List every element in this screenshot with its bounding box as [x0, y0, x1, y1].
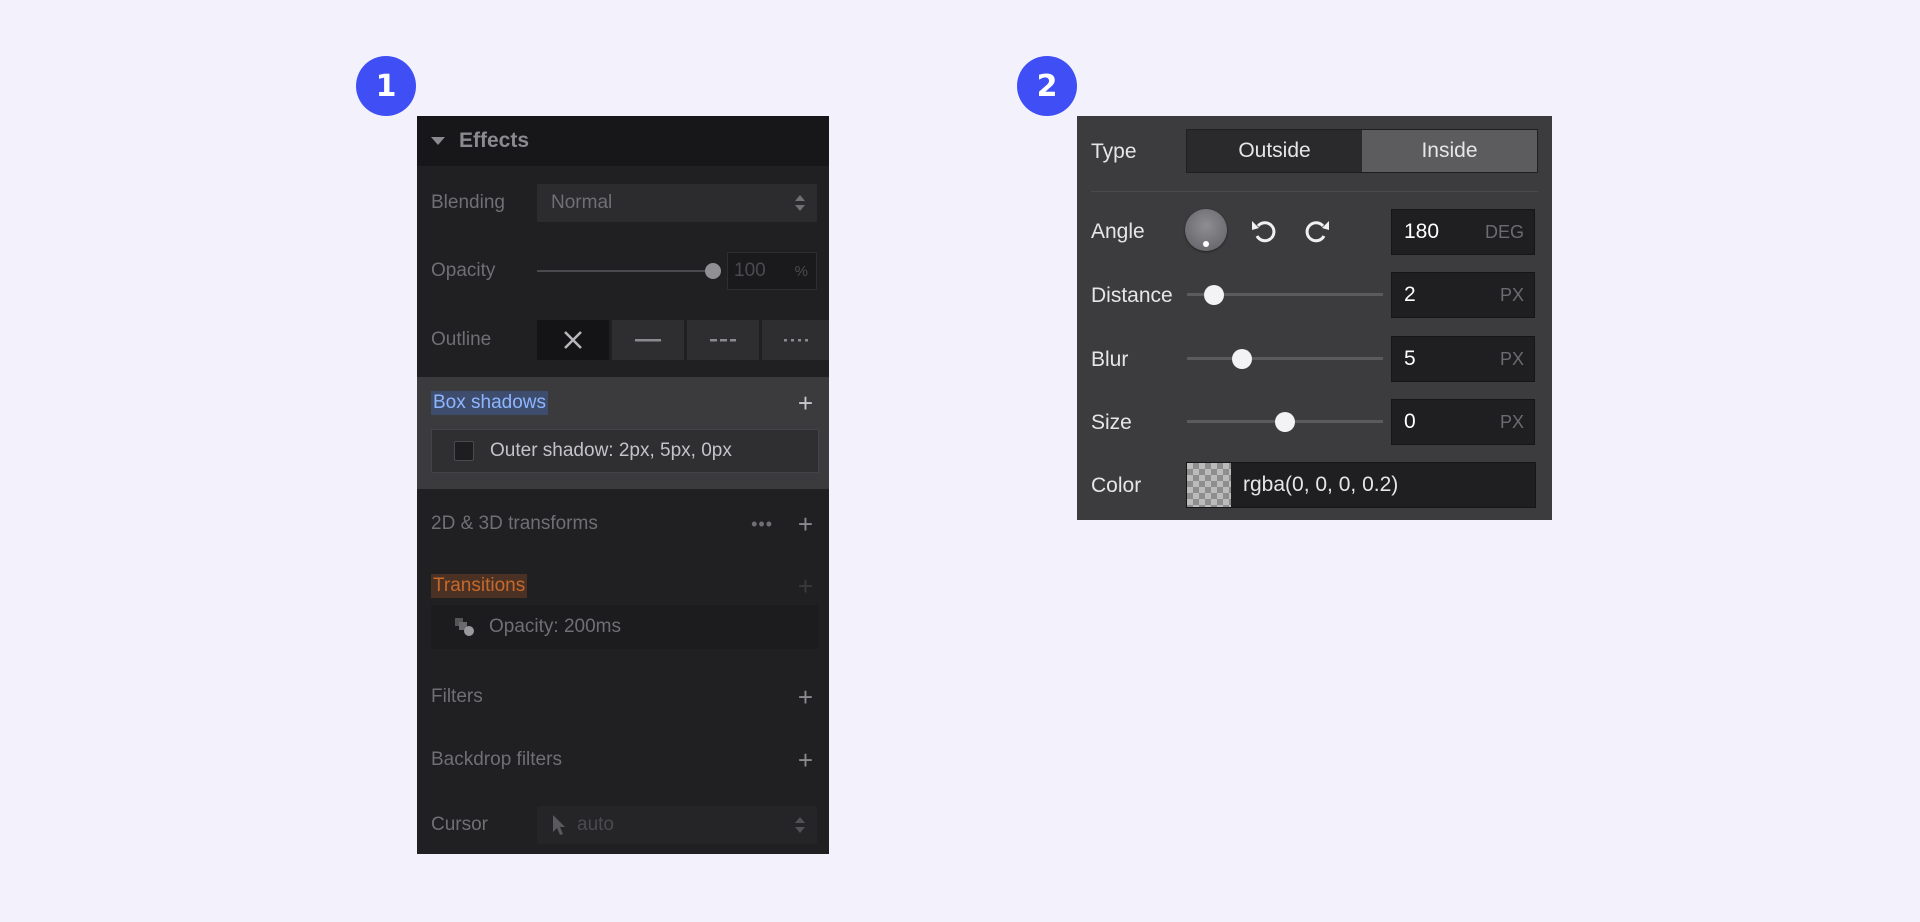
transitions-label: Transitions: [431, 574, 528, 598]
rotate-left-icon[interactable]: [1249, 216, 1279, 246]
transforms-label: 2D & 3D transforms: [431, 513, 598, 534]
angle-dial[interactable]: [1185, 209, 1227, 251]
divider: [1091, 191, 1538, 192]
distance-input[interactable]: 2 PX: [1391, 272, 1535, 318]
distance-label: Distance: [1091, 284, 1173, 307]
outline-none-button[interactable]: [537, 320, 609, 360]
effects-title: Effects: [459, 129, 530, 152]
transition-item[interactable]: Opacity: 200ms: [431, 605, 819, 649]
box-shadows-header: Box shadows +: [431, 388, 817, 418]
more-options-icon[interactable]: •••: [751, 514, 773, 535]
blending-select[interactable]: Normal: [537, 184, 817, 222]
opacity-slider-track[interactable]: [537, 270, 713, 272]
backdrop-filters-label: Backdrop filters: [431, 749, 562, 770]
outline-dotted-button[interactable]: [762, 320, 829, 360]
opacity-label: Opacity: [431, 260, 496, 281]
angle-label: Angle: [1091, 220, 1145, 243]
color-label: Color: [1091, 474, 1142, 497]
blur-slider-knob[interactable]: [1231, 349, 1252, 369]
type-label: Type: [1091, 140, 1137, 163]
outline-solid-button[interactable]: [612, 320, 684, 360]
transitions-row: Transitions +: [431, 566, 817, 606]
blur-label: Blur: [1091, 348, 1129, 371]
distance-unit: PX: [1499, 284, 1524, 305]
opacity-input[interactable]: 100 %: [727, 252, 817, 290]
dotted-line-icon: [783, 339, 808, 342]
opacity-row: Opacity 100 %: [431, 251, 817, 291]
color-value: rgba(0, 0, 0, 0.2): [1243, 473, 1399, 496]
select-arrows-icon: [795, 815, 805, 835]
pointer-cursor-icon: [553, 815, 565, 835]
close-x-icon: [564, 331, 582, 349]
dashed-line-icon: [710, 339, 736, 342]
cursor-value: auto: [577, 814, 614, 835]
add-transition-icon[interactable]: +: [798, 573, 813, 599]
box-shadows-section: Box shadows + Outer shadow: 2px, 5px, 0p…: [417, 377, 829, 489]
outline-row: Outline: [431, 320, 829, 360]
add-box-shadow-icon[interactable]: +: [798, 390, 813, 416]
blur-input[interactable]: 5 PX: [1391, 336, 1535, 382]
color-input[interactable]: rgba(0, 0, 0, 0.2): [1186, 462, 1536, 508]
color-swatch[interactable]: [1187, 463, 1231, 507]
box-shadow-item-label: Outer shadow: 2px, 5px, 0px: [490, 440, 732, 461]
cursor-row: Cursor auto: [431, 805, 817, 845]
add-filter-icon[interactable]: +: [798, 684, 813, 710]
add-backdrop-filter-icon[interactable]: +: [798, 747, 813, 773]
cursor-select[interactable]: auto: [537, 806, 817, 844]
opacity-unit: %: [794, 262, 808, 280]
shadow-visibility-checkbox[interactable]: [454, 441, 474, 461]
cursor-label: Cursor: [431, 814, 489, 835]
angle-input[interactable]: 180 DEG: [1391, 209, 1535, 255]
angle-dial-indicator: [1203, 241, 1209, 247]
blur-slider-track[interactable]: [1187, 357, 1383, 360]
select-arrows-icon: [795, 193, 805, 213]
outline-label: Outline: [431, 329, 492, 350]
size-label: Size: [1091, 411, 1132, 434]
angle-value: 180: [1404, 220, 1440, 243]
type-outside-button[interactable]: Outside: [1187, 130, 1362, 172]
size-value: 0: [1404, 410, 1416, 433]
rotate-right-icon[interactable]: [1302, 216, 1332, 246]
backdrop-filters-row[interactable]: Backdrop filters +: [431, 740, 817, 780]
blending-row: Blending Normal: [431, 183, 817, 223]
size-slider-knob[interactable]: [1275, 412, 1295, 432]
size-input[interactable]: 0 PX: [1391, 399, 1535, 445]
type-inside-button[interactable]: Inside: [1362, 130, 1537, 172]
size-unit: PX: [1499, 411, 1524, 432]
outline-dashed-button[interactable]: [687, 320, 759, 360]
type-toggle: Outside Inside: [1186, 129, 1538, 173]
angle-unit: DEG: [1484, 221, 1524, 242]
distance-slider-knob[interactable]: [1204, 285, 1225, 305]
opacity-slider-knob[interactable]: [705, 263, 721, 279]
blending-label: Blending: [431, 192, 505, 213]
box-shadow-editor-panel: Type Outside Inside Angle 180 DEG Distan…: [1077, 116, 1552, 520]
transforms-row[interactable]: 2D & 3D transforms ••• +: [431, 504, 817, 544]
blending-value: Normal: [551, 192, 613, 213]
caret-down-icon: [431, 137, 445, 145]
opacity-value: 100: [734, 260, 766, 281]
filters-label: Filters: [431, 686, 483, 707]
step-badge-1: 1: [356, 56, 416, 116]
filters-row[interactable]: Filters +: [431, 677, 817, 717]
transition-item-label: Opacity: 200ms: [489, 616, 621, 637]
effects-section-header[interactable]: Effects: [417, 116, 829, 166]
blur-value: 5: [1404, 347, 1416, 370]
step-badge-2: 2: [1017, 56, 1077, 116]
add-transform-icon[interactable]: +: [798, 511, 813, 537]
transition-icon: [455, 618, 474, 636]
blur-unit: PX: [1499, 348, 1524, 369]
box-shadows-label: Box shadows: [431, 391, 549, 415]
solid-line-icon: [635, 339, 661, 342]
distance-value: 2: [1404, 283, 1416, 306]
box-shadow-item[interactable]: Outer shadow: 2px, 5px, 0px: [431, 429, 819, 473]
effects-panel: Effects Blending Normal Opacity 100 % Ou…: [417, 116, 829, 854]
